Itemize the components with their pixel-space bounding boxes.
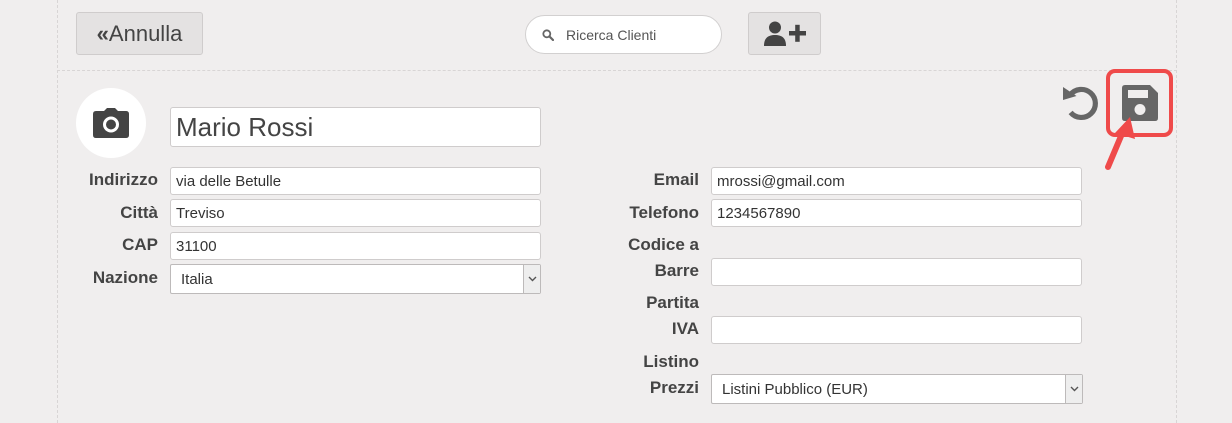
pricelist-select[interactable]: Listini Pubblico (EUR): [711, 374, 1083, 404]
customer-search[interactable]: [525, 15, 722, 54]
undo-icon: [1063, 86, 1098, 121]
email-field[interactable]: [711, 167, 1082, 195]
vat-label: Partita IVA: [600, 290, 699, 342]
red-arrow-icon: [1105, 117, 1135, 170]
customer-name-input[interactable]: [170, 107, 541, 147]
undo-button[interactable]: [1062, 83, 1104, 128]
barcode-label-line2: Barre: [654, 261, 699, 280]
pricelist-label-line1: Listino: [643, 352, 699, 371]
pricelist-select-value: Listini Pubblico (EUR): [722, 380, 868, 398]
pricelist-label-line2: Prezzi: [649, 378, 699, 397]
search-input[interactable]: [566, 26, 706, 43]
country-select-value: Italia: [181, 270, 213, 288]
phone-field[interactable]: [711, 199, 1082, 227]
zip-label: CAP: [122, 235, 158, 254]
avatar-upload[interactable]: [76, 88, 146, 158]
barcode-label-line1: Codice a: [628, 235, 699, 254]
zip-field[interactable]: [170, 232, 541, 260]
frame-right-border: [1176, 0, 1177, 423]
cancel-button[interactable]: « Annulla: [76, 12, 203, 55]
camera-icon: [93, 108, 129, 138]
address-label: Indirizzo: [89, 170, 158, 189]
double-chevron-left-icon: «: [96, 20, 109, 46]
barcode-label: Codice a Barre: [600, 232, 699, 284]
frame-left-border: [57, 0, 58, 423]
user-plus-icon: [763, 21, 806, 46]
country-select[interactable]: Italia: [170, 264, 541, 294]
chevron-down-icon: [1065, 375, 1082, 403]
country-label: Nazione: [92, 268, 158, 287]
add-customer-button[interactable]: [748, 12, 821, 55]
pricelist-label: Listino Prezzi: [600, 349, 699, 401]
address-field[interactable]: [170, 167, 541, 195]
cancel-button-label: Annulla: [108, 20, 183, 46]
vat-field[interactable]: [711, 316, 1082, 344]
city-label: Città: [120, 203, 158, 222]
email-label: Email: [653, 170, 699, 189]
phone-label: Telefono: [629, 203, 699, 222]
barcode-field[interactable]: [711, 258, 1082, 286]
header-divider: [57, 70, 1177, 71]
chevron-down-icon: [523, 265, 540, 293]
vat-label-line1: Partita: [646, 293, 699, 312]
vat-label-line2: IVA: [671, 319, 699, 338]
search-icon: [542, 28, 554, 41]
city-field[interactable]: [170, 199, 541, 227]
